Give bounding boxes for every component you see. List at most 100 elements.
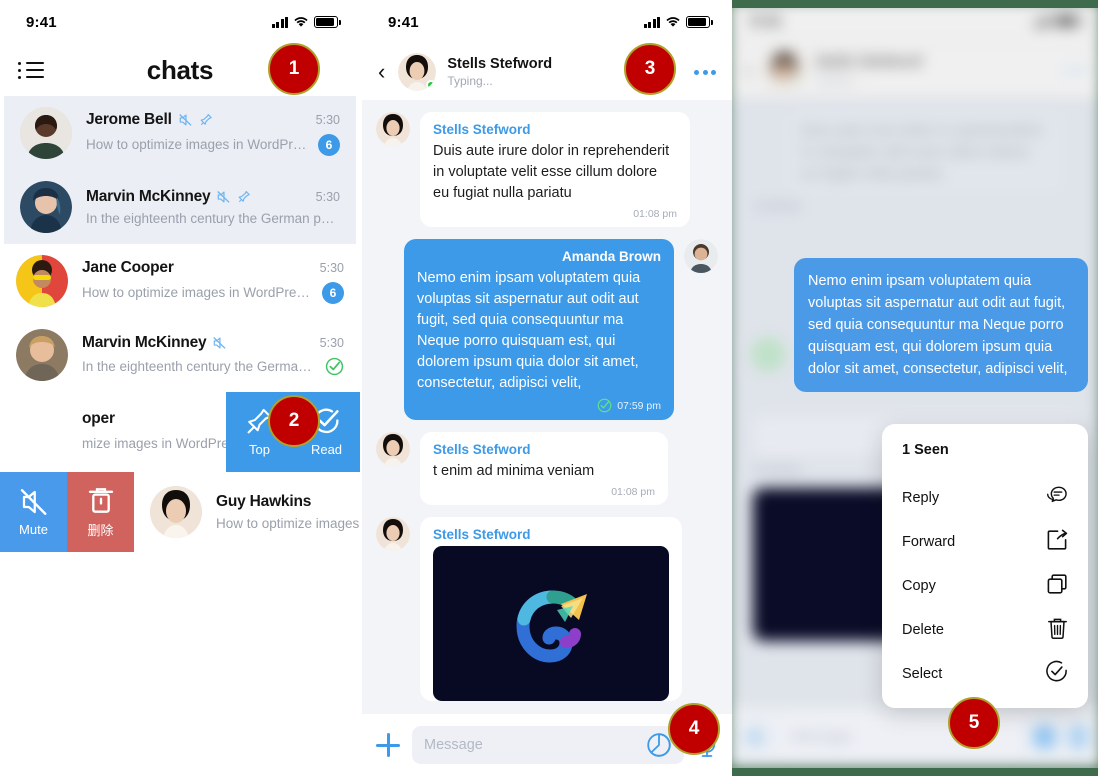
context-menu-label: Copy	[902, 578, 936, 594]
message-sender: Stells Stefword	[433, 527, 531, 542]
avatar	[376, 112, 410, 146]
annotation-marker-1: 1	[268, 43, 320, 95]
chat-item-preview: How to optimize images in WordPress for.…	[86, 137, 312, 152]
avatar	[20, 181, 72, 233]
sticker-icon	[1032, 724, 1057, 750]
chat-list-item-swiped-left[interactable]: Guy Hawkins How to optimize images in W …	[0, 472, 360, 552]
chat-list-item-jane-cooper[interactable]: Jane Cooper 5:30 How to optimize images …	[0, 244, 360, 318]
cellular-signal-icon	[271, 16, 288, 28]
message-list: Stells Stefword Duis aute irure dolor in…	[362, 100, 732, 714]
context-menu-label: Select	[902, 666, 943, 682]
online-status-dot	[426, 80, 437, 90]
check-circle-icon	[1045, 660, 1068, 688]
chat-item-body: Jerome Bell 5:30 How to optimize images …	[86, 111, 340, 156]
context-menu-item-delete[interactable]: Delete	[882, 608, 1088, 652]
status-bar-left: 9:41	[0, 0, 360, 44]
swipe-action-label: Read	[310, 442, 343, 457]
swipe-action-label: Top	[249, 442, 270, 457]
message-composer: Message	[732, 705, 1098, 768]
message-input-placeholder: Message	[424, 737, 483, 753]
chat-item-time: 5:30	[319, 336, 344, 350]
copy-icon	[1046, 573, 1068, 600]
annotation-marker-4: 4	[668, 703, 720, 755]
chat-list-item-marvin-mckinney-pinned[interactable]: Marvin McKinney 5:30 In the eighteenth c…	[4, 170, 356, 244]
context-menu-item-select[interactable]: Select	[882, 652, 1088, 696]
context-menu-item-forward[interactable]: Forward	[882, 520, 1088, 564]
image-thumbnail[interactable]	[433, 546, 669, 701]
context-menu-item-copy[interactable]: Copy	[882, 564, 1088, 608]
online-status-dot	[793, 77, 805, 89]
context-menu-item-reply[interactable]: Reply	[882, 476, 1088, 520]
message-time: 01:08 pm	[611, 486, 655, 498]
chat-item-time: 5:30	[319, 260, 344, 275]
message-time: 07:59 pm	[617, 399, 661, 412]
list-menu-icon[interactable]	[18, 62, 44, 79]
conversation-title-block: Stells Stefword Typing...	[447, 56, 552, 88]
highlighted-message-bubble[interactable]: Nemo enim ipsam voluptatem quia voluptas…	[794, 258, 1088, 392]
avatar	[16, 329, 68, 381]
chat-item-body: Marvin McKinney 5:30 In the eighteenth c…	[82, 334, 344, 376]
annotation-marker-5: 5	[948, 697, 1000, 749]
pin-icon	[239, 191, 251, 203]
chat-item-time: 5:30	[315, 112, 340, 127]
message-bubble[interactable]: Stells Stefword Duis aute irure dolor in…	[420, 112, 690, 227]
contact-status: Typing...	[447, 74, 493, 88]
message-bubble[interactable]: Amanda Brown Nemo enim ipsam voluptatem …	[404, 239, 674, 420]
battery-icon	[1054, 14, 1082, 27]
message-text: Nemo enim ipsam voluptatem quia voluptas…	[808, 273, 1068, 377]
context-menu-label: Forward	[902, 534, 956, 550]
chat-list-item-jerome-bell[interactable]: Jerome Bell 5:30 How to optimize images …	[4, 96, 356, 170]
message-sender: Stells Stefword	[433, 442, 531, 457]
avatar	[765, 50, 805, 90]
chevron-left-icon[interactable]: ‹	[378, 61, 387, 83]
chat-item-preview: In the eighteenth century the German phi…	[82, 359, 319, 374]
status-indicators	[271, 16, 341, 28]
contact-name: Stells Stefword	[815, 53, 923, 70]
message-bubble: Duis aute irure dolor in reprehenderit i…	[787, 110, 1063, 193]
message-sender: Amanda Brown	[561, 249, 661, 264]
chat-list-item-marvin-mckinney[interactable]: Marvin McKinney 5:30 In the eighteenth c…	[0, 318, 360, 392]
battery-icon	[314, 16, 341, 28]
annotation-marker-2: 2	[268, 395, 320, 447]
pinned-chats-group: Jerome Bell 5:30 How to optimize images …	[4, 96, 356, 244]
wifi-icon	[294, 17, 308, 27]
chat-item-time: 5:30	[315, 190, 340, 204]
chat-list-panel: 9:41 chats Jerome Bell 5:30 How to optim…	[0, 0, 360, 776]
plus-icon	[742, 724, 768, 750]
message-text: Nemo enim ipsam voluptatem quia voluptas…	[417, 270, 641, 391]
chat-item-body: Jane Cooper 5:30 How to optimize images …	[82, 259, 344, 304]
status-bar-right: 9:41	[732, 8, 1098, 42]
wifi-icon	[666, 17, 680, 27]
battery-icon	[686, 16, 713, 28]
swipe-action-delete[interactable]: 删除	[67, 472, 134, 552]
plus-icon[interactable]	[376, 733, 400, 757]
message-row-incoming: Stells Stefword Duis aute irure dolor in…	[362, 112, 732, 239]
chat-item-preview: In the eighteenth century the German phi…	[86, 211, 340, 226]
message-bubble[interactable]: Stells Stefword t enim ad minima veniam …	[420, 432, 668, 505]
conversation-header: ‹ Stells Stefword Typing...	[362, 44, 732, 100]
message-text: Duis aute irure dolor in reprehenderit i…	[433, 143, 670, 201]
context-menu-label: Reply	[902, 490, 940, 506]
chat-item-name: Jane Cooper	[82, 258, 174, 276]
more-dots-icon[interactable]	[694, 69, 716, 75]
chat-item-preview: How to optimize images in WordPress for.…	[82, 285, 316, 300]
avatar	[376, 517, 410, 551]
message-context-menu: 1 Seen Reply Forward Copy Delete Select	[882, 424, 1088, 708]
unread-badge: 6	[322, 281, 344, 304]
message-input[interactable]: Message	[412, 726, 684, 764]
message-time: 01:08 pm	[633, 208, 677, 220]
contact-status: Typing...	[815, 71, 862, 87]
trash-icon	[88, 487, 113, 513]
avatar[interactable]	[398, 53, 437, 91]
swipe-action-mute[interactable]: Mute	[0, 472, 67, 552]
contact-name: Stells Stefword	[447, 56, 553, 72]
chat-item-name: oper	[82, 409, 115, 427]
unread-badge: 6	[318, 133, 340, 156]
status-bar-mid: 9:41	[362, 0, 732, 44]
top-edge-strip	[732, 0, 1098, 8]
message-bubble[interactable]: Stells Stefword	[420, 517, 682, 701]
avatar	[750, 337, 786, 372]
chevron-left-icon: ‹	[744, 56, 753, 83]
avatar	[20, 107, 72, 159]
cellular-signal-icon	[1032, 15, 1050, 27]
